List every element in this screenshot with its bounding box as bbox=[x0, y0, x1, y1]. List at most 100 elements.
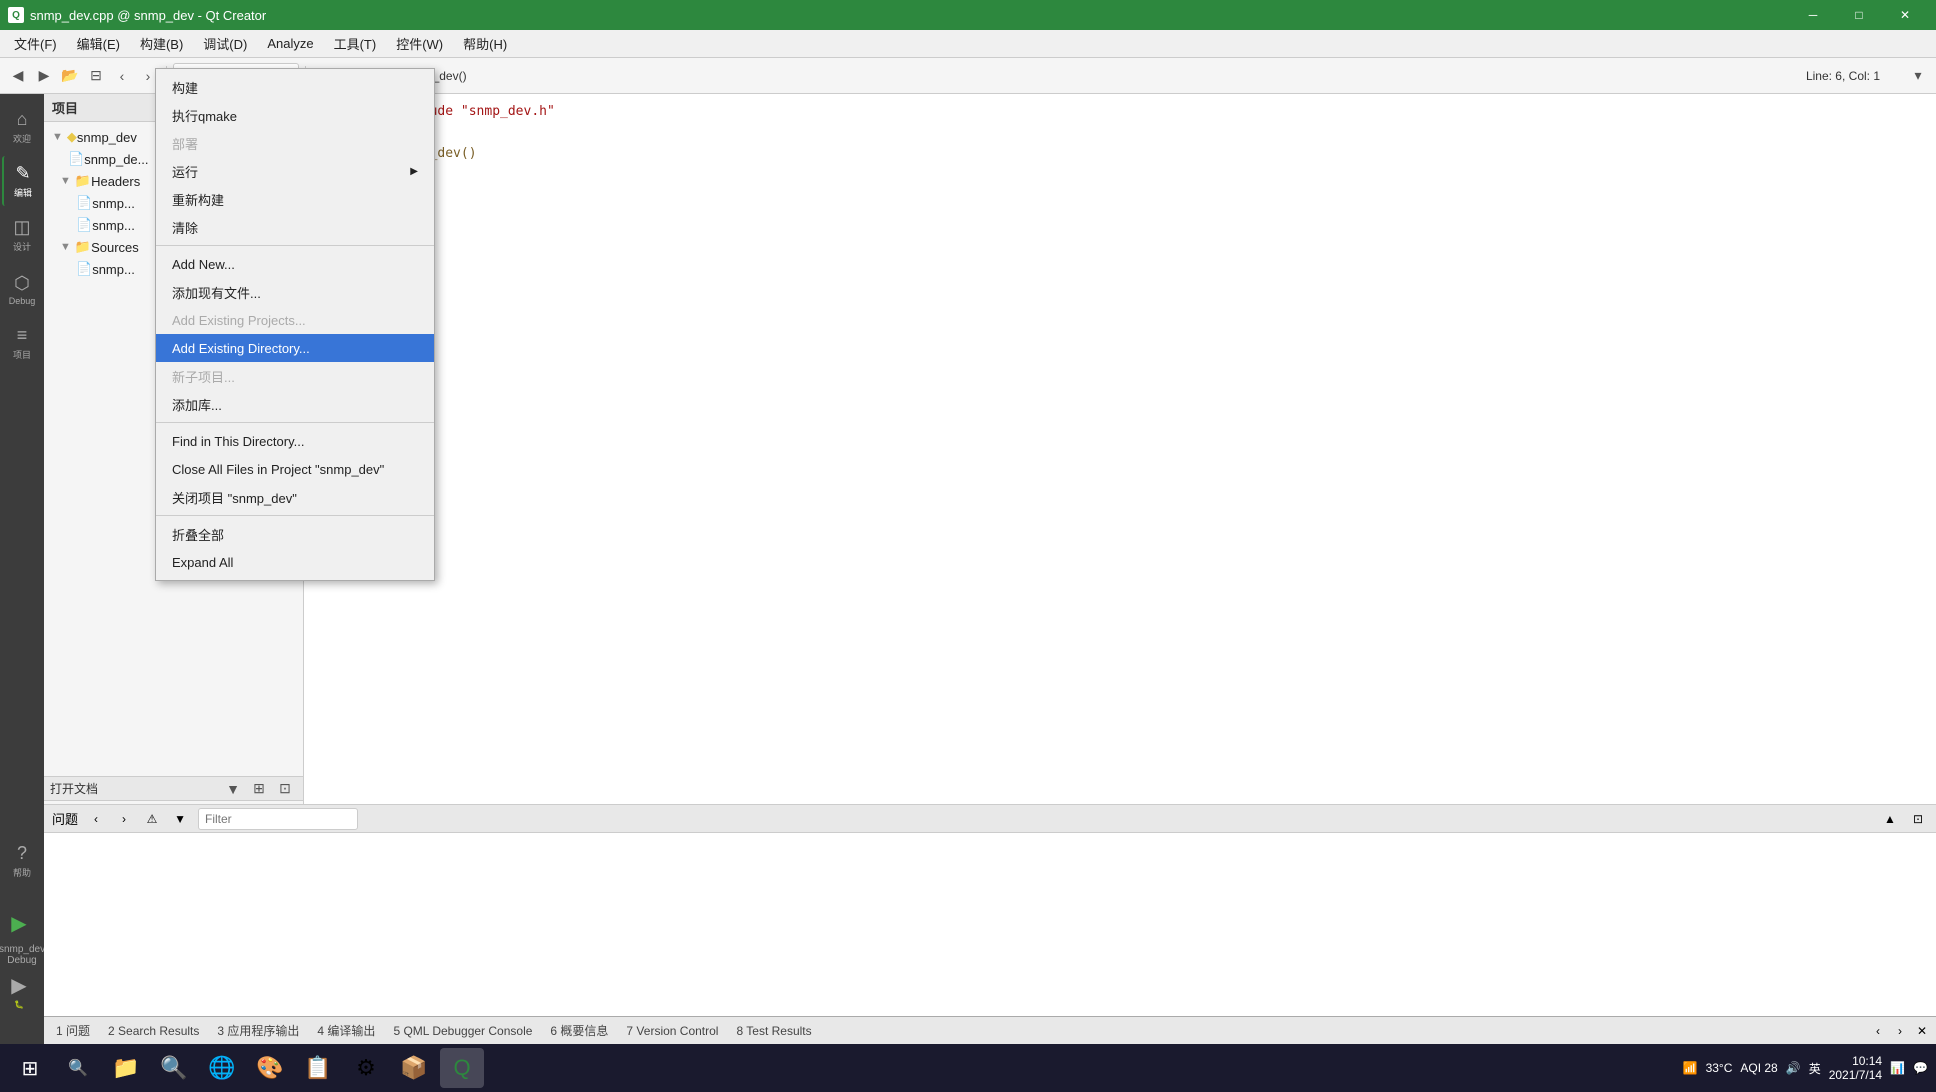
project-icon: ◆ bbox=[67, 129, 77, 145]
sidebar-label-welcome: 欢迎 bbox=[13, 132, 31, 145]
ctx-collapse-all[interactable]: 折叠全部 bbox=[156, 520, 434, 548]
problems-filter-input[interactable] bbox=[198, 808, 358, 830]
package-icon: 📦 bbox=[400, 1055, 427, 1081]
open-docs-split[interactable]: ⊞ bbox=[247, 777, 271, 801]
taskbar-browser[interactable]: 🌐 bbox=[200, 1048, 244, 1088]
problems-expand[interactable]: ⊡ bbox=[1908, 809, 1928, 829]
start-button[interactable]: ⊞ bbox=[8, 1048, 52, 1088]
taskbar-color[interactable]: 🎨 bbox=[248, 1048, 292, 1088]
taskbar: ⊞ 🔍 📁 🔍 🌐 🎨 📋 ⚙ 📦 Q 📶 33°C AQI 28 🔊 英 10… bbox=[0, 1044, 1936, 1092]
menu-help[interactable]: 帮助(H) bbox=[453, 30, 517, 57]
ctx-separator-3 bbox=[156, 515, 434, 516]
toolbar-back[interactable]: ◀ bbox=[6, 64, 30, 88]
sidebar-item-projects[interactable]: ≡ 项目 bbox=[2, 318, 42, 368]
menu-bar: 文件(F) 编辑(E) 构建(B) 调试(D) Analyze 工具(T) 控件… bbox=[0, 30, 1936, 58]
taskbar-sound-icon: 🔊 bbox=[1786, 1061, 1801, 1075]
debug-run-sublabel: 🐛 bbox=[14, 1000, 24, 1009]
ctx-add-existing-dir[interactable]: Add Existing Directory... bbox=[156, 334, 434, 362]
open-docs-filter[interactable]: ▼ bbox=[221, 777, 245, 801]
bottom-tab-problems[interactable]: 1 问题 bbox=[48, 1019, 98, 1043]
open-docs-expand[interactable]: ⊡ bbox=[273, 777, 297, 801]
menu-build[interactable]: 构建(B) bbox=[130, 30, 193, 57]
taskbar-search-app[interactable]: 🔍 bbox=[152, 1048, 196, 1088]
menu-file[interactable]: 文件(F) bbox=[4, 30, 67, 57]
problems-next[interactable]: › bbox=[114, 809, 134, 829]
menu-tools[interactable]: 工具(T) bbox=[324, 30, 387, 57]
bottom-tabs-arrow-left[interactable]: ‹ bbox=[1868, 1021, 1888, 1041]
ctx-qmake[interactable]: 执行qmake bbox=[156, 101, 434, 129]
ctx-rebuild[interactable]: 重新构建 bbox=[156, 185, 434, 213]
taskbar-explorer[interactable]: 📁 bbox=[104, 1048, 148, 1088]
tree-label-cpp: snmp... bbox=[92, 262, 135, 277]
search-button[interactable]: 🔍 bbox=[56, 1048, 100, 1088]
ctx-run[interactable]: 运行 bbox=[156, 157, 434, 185]
maximize-button[interactable]: □ bbox=[1836, 0, 1882, 30]
project-panel-title: 项目 bbox=[52, 98, 78, 117]
tree-label-headers: Headers bbox=[91, 174, 140, 189]
bottom-tab-test[interactable]: 8 Test Results bbox=[728, 1019, 819, 1043]
ctx-find-in-dir[interactable]: Find in This Directory... bbox=[156, 427, 434, 455]
cpp-file-icon: 📄 bbox=[76, 261, 92, 277]
bottom-tabs-arrow-right[interactable]: › bbox=[1890, 1021, 1910, 1041]
sidebar-item-welcome[interactable]: ⌂ 欢迎 bbox=[2, 102, 42, 152]
sidebar-item-edit[interactable]: ✎ 编辑 bbox=[2, 156, 42, 206]
toolbar-split[interactable]: ⊟ bbox=[84, 64, 108, 88]
toolbar-forward[interactable]: ▶ bbox=[32, 64, 56, 88]
bottom-tab-summary[interactable]: 6 概要信息 bbox=[542, 1019, 616, 1043]
ctx-close-project[interactable]: 关闭项目 "snmp_dev" bbox=[156, 483, 434, 511]
ctx-add-new[interactable]: Add New... bbox=[156, 250, 434, 278]
taskbar-qt-creator[interactable]: Q bbox=[440, 1048, 484, 1088]
sidebar-label-edit: 编辑 bbox=[14, 186, 32, 199]
taskbar-date: 2021/7/14 bbox=[1829, 1068, 1882, 1082]
problems-filter-icon[interactable]: ▼ bbox=[170, 809, 190, 829]
menu-debug[interactable]: 调试(D) bbox=[193, 30, 257, 57]
taskbar-search-icon: 🔍 bbox=[68, 1058, 88, 1078]
menu-analyze[interactable]: Analyze bbox=[257, 32, 323, 55]
bottom-tab-app-output[interactable]: 3 应用程序输出 bbox=[209, 1019, 307, 1043]
ctx-build[interactable]: 构建 bbox=[156, 73, 434, 101]
problems-collapse[interactable]: ▲ bbox=[1880, 809, 1900, 829]
bottom-tabs-bar: 1 问题 2 Search Results 3 应用程序输出 4 编译输出 5 … bbox=[44, 1016, 1936, 1044]
taskbar-aqi: AQI 28 bbox=[1740, 1061, 1777, 1075]
toolbar-nav1[interactable]: ‹ bbox=[110, 64, 134, 88]
taskbar-settings[interactable]: ⚙ bbox=[344, 1048, 388, 1088]
headers-chevron-icon: ▼ bbox=[60, 175, 71, 187]
sidebar-item-help[interactable]: ? 帮助 bbox=[2, 836, 42, 886]
bottom-tab-search[interactable]: 2 Search Results bbox=[100, 1019, 207, 1043]
ctx-separator-2 bbox=[156, 422, 434, 423]
bottom-tab-qml[interactable]: 5 QML Debugger Console bbox=[385, 1019, 540, 1043]
taskbar-search-app-icon: 🔍 bbox=[160, 1055, 187, 1081]
ctx-clean[interactable]: 清除 bbox=[156, 213, 434, 241]
debug-run-button[interactable]: ▶ 🐛 bbox=[0, 966, 39, 1016]
bottom-tab-version[interactable]: 7 Version Control bbox=[618, 1019, 726, 1043]
code-line-3: Snmp_dev::Snmp_dev() bbox=[320, 144, 1920, 165]
debug-run-icon: ▶ bbox=[11, 973, 26, 998]
ctx-close-all-files[interactable]: Close All Files in Project "snmp_dev" bbox=[156, 455, 434, 483]
bottom-tabs-close[interactable]: ✕ bbox=[1912, 1021, 1932, 1041]
close-button[interactable]: ✕ bbox=[1882, 0, 1928, 30]
tree-label-root: snmp_dev bbox=[77, 130, 137, 145]
tree-label-h1: snmp... bbox=[92, 196, 135, 211]
ctx-add-existing-file[interactable]: 添加现有文件... bbox=[156, 278, 434, 306]
ctx-expand-all[interactable]: Expand All bbox=[156, 548, 434, 576]
sidebar-item-debug[interactable]: ⬡ Debug bbox=[2, 264, 42, 314]
run-button[interactable]: ▶ bbox=[0, 898, 39, 948]
toolbar-open[interactable]: 📂 bbox=[58, 64, 82, 88]
toolbar-collapse[interactable]: ▾ bbox=[1906, 64, 1930, 88]
menu-edit[interactable]: 编辑(E) bbox=[67, 30, 130, 57]
sidebar-item-design[interactable]: ◫ 设计 bbox=[2, 210, 42, 260]
menu-controls[interactable]: 控件(W) bbox=[386, 30, 453, 57]
problems-prev[interactable]: ‹ bbox=[86, 809, 106, 829]
taskbar-time: 10:14 bbox=[1852, 1054, 1882, 1068]
taskbar-chart-icon: 📊 bbox=[1890, 1061, 1905, 1075]
problems-warning-icon[interactable]: ⚠ bbox=[142, 809, 162, 829]
bottom-tab-compile[interactable]: 4 编译输出 bbox=[309, 1019, 383, 1043]
taskbar-package[interactable]: 📦 bbox=[392, 1048, 436, 1088]
taskbar-clipboard[interactable]: 📋 bbox=[296, 1048, 340, 1088]
code-line-2 bbox=[320, 123, 1920, 144]
problems-title: 问题 bbox=[52, 809, 78, 828]
taskbar-temp: 33°C bbox=[1706, 1061, 1733, 1075]
minimize-button[interactable]: ─ bbox=[1790, 0, 1836, 30]
ctx-add-library[interactable]: 添加库... bbox=[156, 390, 434, 418]
taskbar-message-icon: 💬 bbox=[1913, 1061, 1928, 1075]
